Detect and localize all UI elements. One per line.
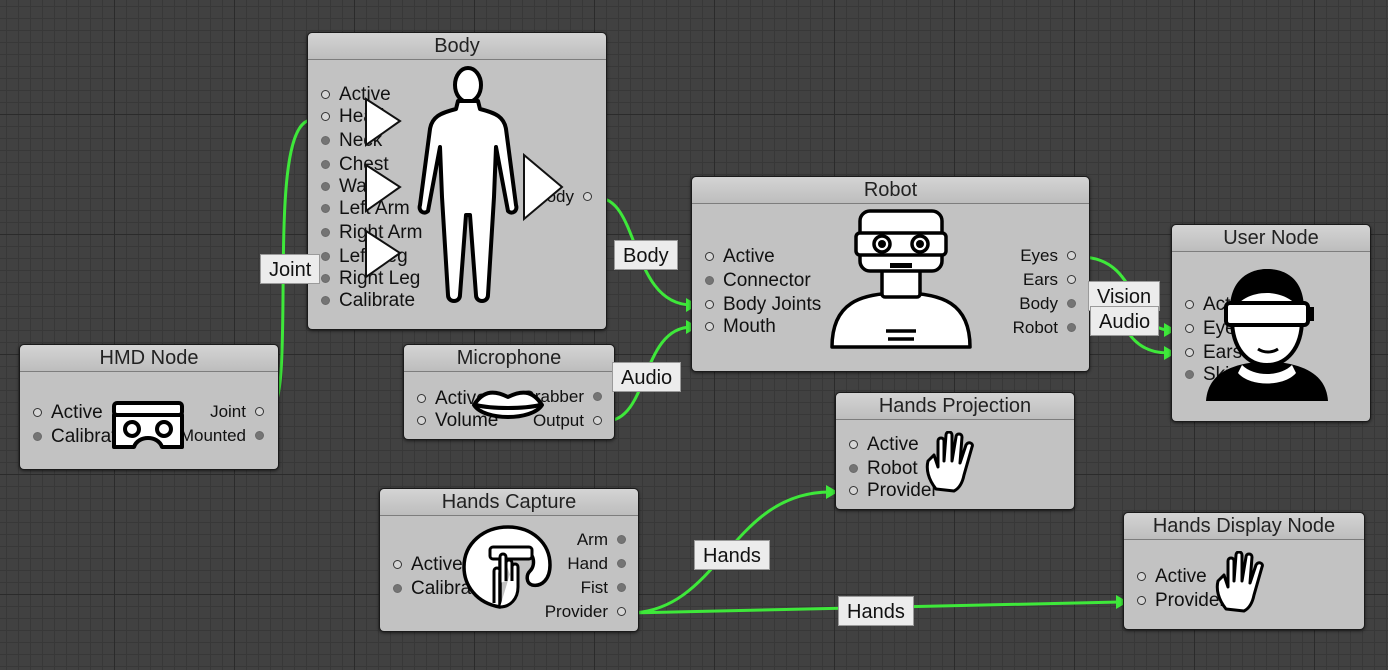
wire-label-hands-projection: Hands [694, 540, 770, 570]
port-active[interactable]: Active [849, 434, 919, 456]
wire-label-body: Body [614, 240, 678, 270]
hand-grip-icon [462, 525, 552, 609]
expand-arrow-icon [365, 229, 402, 279]
robot-icon [830, 209, 972, 349]
vr-user-icon [1206, 268, 1328, 401]
open-hand-icon [925, 431, 974, 493]
port-robot[interactable]: Robot [1013, 317, 1076, 339]
vr-headset-icon [112, 401, 184, 449]
hands-capture-node[interactable]: Hands Capture Active Calibrate Arm Hand … [379, 488, 639, 632]
expand-arrow-icon [365, 97, 402, 147]
node-title: Hands Projection [836, 393, 1074, 420]
hmd-node[interactable]: HMD Node Active Calibrate Joint Mounted [19, 344, 279, 470]
hands-display-node[interactable]: Hands Display Node Active Provider [1123, 512, 1365, 630]
user-node[interactable]: User Node Active Eyes Ears Skin [1171, 224, 1371, 422]
node-title: HMD Node [20, 345, 278, 372]
node-title: User Node [1172, 225, 1370, 252]
node-title: Robot [692, 177, 1089, 204]
port-body[interactable]: Body [1019, 293, 1076, 315]
port-active[interactable]: Active [1137, 566, 1207, 588]
node-title: Hands Capture [380, 489, 638, 516]
expand-arrow-icon [365, 163, 402, 213]
human-body-icon [417, 66, 519, 303]
node-title: Body [308, 33, 606, 60]
node-title: Microphone [404, 345, 614, 372]
expand-arrow-icon [523, 153, 564, 222]
port-connector[interactable]: Connector [705, 270, 811, 292]
port-active[interactable]: Active [705, 246, 775, 268]
port-mouth[interactable]: Mouth [705, 316, 776, 338]
microphone-node[interactable]: Microphone Active Volume Grabber Output [403, 344, 615, 440]
node-title: Hands Display Node [1124, 513, 1364, 540]
port-body-joints[interactable]: Body Joints [705, 294, 821, 316]
wire-label-audio-ears: Audio [1090, 306, 1160, 336]
port-eyes[interactable]: Eyes [1020, 245, 1076, 267]
port-mounted[interactable]: Mounted [180, 425, 264, 447]
wire-label-joint: Joint [260, 254, 321, 284]
hands-projection-node[interactable]: Hands Projection Active Robot Provider [835, 392, 1075, 510]
wire-label-audio-mouth: Audio [612, 362, 682, 392]
port-hand[interactable]: Hand [567, 553, 626, 575]
port-calibrate[interactable]: Calibrate [321, 290, 415, 312]
port-provider[interactable]: Provider [1137, 590, 1226, 612]
port-fist[interactable]: Fist [581, 577, 626, 599]
port-robot[interactable]: Robot [849, 458, 918, 480]
port-ears[interactable]: Ears [1023, 269, 1076, 291]
wire-label-hands-display: Hands [838, 596, 914, 626]
lips-icon [472, 390, 544, 419]
port-joint[interactable]: Joint [210, 401, 264, 423]
body-node[interactable]: Body Active Head Neck Chest Waist Left A… [307, 32, 607, 330]
open-hand-icon [1215, 551, 1264, 613]
robot-node[interactable]: Robot Active Connector Body Joints Mouth… [691, 176, 1090, 372]
port-arm[interactable]: Arm [577, 529, 626, 551]
port-active[interactable]: Active [33, 402, 103, 424]
port-active[interactable]: Active [393, 554, 463, 576]
